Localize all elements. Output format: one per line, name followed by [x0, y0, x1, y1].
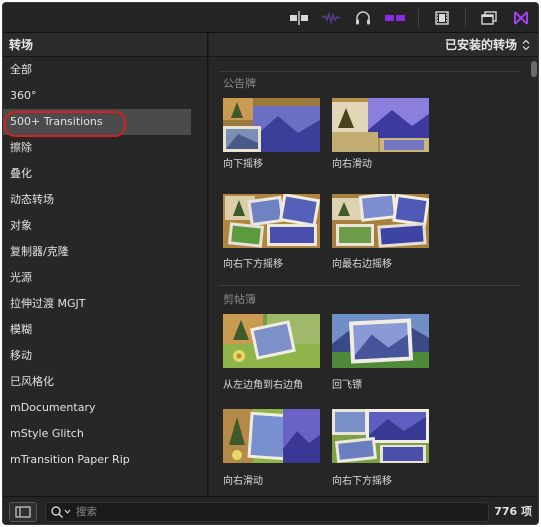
installed-filter-select[interactable]: 已安装的转场	[445, 33, 530, 57]
split-clip-icon[interactable]	[288, 9, 310, 27]
sidebar-scrollbar[interactable]	[197, 57, 207, 496]
category-item-replicator[interactable]: 复制器/克隆	[3, 239, 191, 265]
category-item-all[interactable]: 全部	[3, 57, 191, 83]
search-field[interactable]	[45, 502, 489, 522]
category-item-mstyle-glitch[interactable]: mStyle Glitch	[3, 421, 191, 447]
category-item-movements[interactable]: 移动	[3, 343, 191, 369]
category-item-mtransition-paper-rip[interactable]: mTransition Paper Rip	[3, 447, 191, 473]
category-item-360[interactable]: 360°	[3, 83, 191, 109]
bottom-bar: 776 项	[3, 496, 538, 524]
sidebar-icon	[15, 506, 31, 518]
category-list: 全部 360° 500+ Transitions 擦除 叠化 动态转场 对象 复…	[3, 57, 207, 473]
section-divider	[219, 285, 521, 286]
sidebar-toggle-button[interactable]	[9, 502, 37, 522]
category-item-dynamic[interactable]: 动态转场	[3, 187, 191, 213]
toolbar-divider	[465, 9, 466, 27]
category-item-blurs[interactable]: 模糊	[3, 317, 191, 343]
transition-thumbnail[interactable]	[223, 194, 320, 248]
billboard-pan-far-right-preview	[332, 194, 429, 248]
transition-label: 从左边角到右边角	[223, 380, 303, 391]
scrapbook-corner-to-corner-preview	[223, 314, 320, 368]
transition-label: 向右滑动	[223, 476, 263, 487]
filmstrip-icon[interactable]	[431, 9, 453, 27]
scrapbook-slide-right-preview	[223, 409, 320, 463]
transition-thumbnail[interactable]	[223, 409, 320, 463]
filter-label: 已安装的转场	[444, 38, 517, 52]
transition-label: 向最右边摇移	[332, 259, 392, 270]
transitions-grid-panel: 已安装的转场 公告牌 向下摇移 向右滑动 向右下方摇移 向最右边摇移 剪帖簿 从…	[209, 33, 538, 496]
toolbar	[3, 3, 538, 33]
category-item-mdocumentary[interactable]: mDocumentary	[3, 395, 191, 421]
transitions-browser-icon[interactable]	[510, 9, 532, 27]
transition-label: 向下摇移	[223, 159, 263, 170]
toolbar-icons	[288, 7, 532, 29]
content-scrollbar[interactable]	[528, 57, 538, 496]
category-item-lights[interactable]: 光源	[3, 265, 191, 291]
waveform-icon[interactable]	[320, 9, 342, 27]
transition-thumbnail[interactable]	[332, 194, 429, 248]
billboard-slide-right-preview	[332, 98, 429, 152]
category-item-wipes[interactable]: 擦除	[3, 135, 191, 161]
transition-thumbnail[interactable]	[332, 98, 429, 152]
window-layout-icon[interactable]	[478, 9, 500, 27]
transitions-browser-window: 转场 全部 360° 500+ Transitions 擦除 叠化 动态转场 对…	[2, 2, 539, 525]
headphones-icon[interactable]	[352, 9, 374, 27]
scrapbook-pan-down-right-preview	[332, 409, 429, 463]
transition-label: 回飞镖	[332, 380, 362, 391]
chevron-updown-icon	[522, 39, 530, 51]
category-item-objects[interactable]: 对象	[3, 213, 191, 239]
snapping-icon[interactable]	[384, 9, 406, 27]
section-title-scrapbook: 剪帖簿	[223, 293, 256, 306]
billboard-pan-down-right-preview	[223, 194, 320, 248]
category-item-500-transitions[interactable]: 500+ Transitions	[3, 109, 191, 137]
sidebar-title: 转场	[3, 33, 207, 57]
transition-label: 向右下方摇移	[332, 476, 392, 487]
transition-thumbnail[interactable]	[332, 314, 429, 368]
scrollbar-thumb[interactable]	[531, 61, 537, 77]
section-title-billboards: 公告牌	[223, 77, 256, 90]
transition-thumbnail[interactable]	[332, 409, 429, 463]
transition-thumbnail[interactable]	[223, 98, 320, 152]
category-item-stretch-mgjt[interactable]: 拉伸过渡 MGJT	[3, 291, 191, 317]
billboard-pan-down-preview	[223, 98, 320, 152]
category-item-dissolves[interactable]: 叠化	[3, 161, 191, 187]
section-divider	[219, 71, 521, 72]
category-sidebar: 转场 全部 360° 500+ Transitions 擦除 叠化 动态转场 对…	[3, 33, 208, 496]
scrapbook-boomerang-preview	[332, 314, 429, 368]
item-count: 776 项	[494, 505, 532, 518]
transition-label: 向右下方摇移	[223, 259, 283, 270]
category-item-stylized[interactable]: 已风格化	[3, 369, 191, 395]
transition-thumbnail[interactable]	[223, 314, 320, 368]
search-icon	[51, 506, 71, 518]
main-header: 已安装的转场	[209, 33, 538, 57]
transition-label: 向右滑动	[332, 159, 372, 170]
search-input[interactable]	[76, 506, 436, 518]
toolbar-divider	[418, 9, 419, 27]
